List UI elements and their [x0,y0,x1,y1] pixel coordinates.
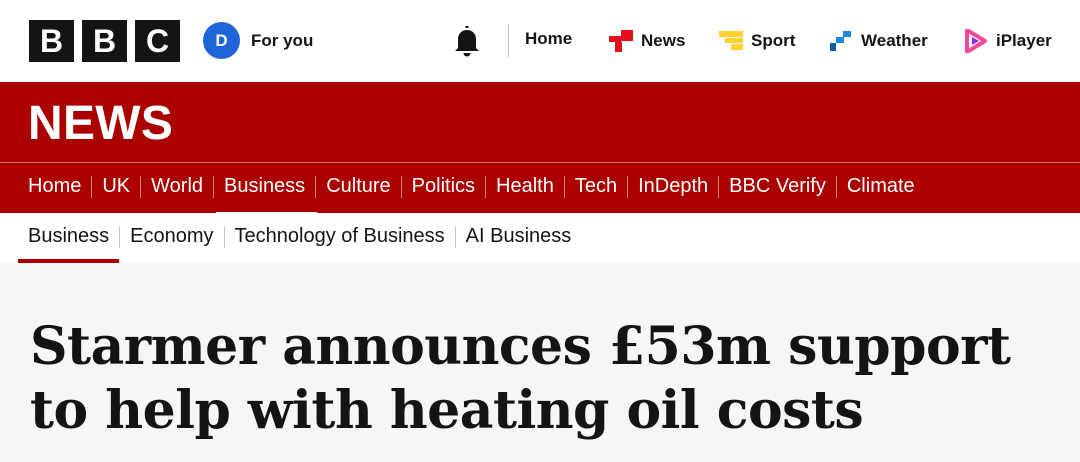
nav-separator [485,175,487,198]
for-you-button[interactable]: D For you [203,22,313,59]
nav-weather-link[interactable]: Weather [829,29,928,53]
section-nav-business[interactable]: Business [216,175,318,216]
nav-separator [140,175,142,198]
nav-separator [315,175,317,198]
section-nav-climate[interactable]: Climate [847,175,915,198]
nav-home-label: Home [525,29,573,48]
nav-home-link[interactable]: Home [525,29,572,49]
section-nav-world[interactable]: World [151,175,203,198]
section-nav: Home UK World Business Culture Politics … [28,175,915,216]
nav-separator [627,175,629,198]
sub-nav-economy[interactable]: Economy [130,225,213,248]
business-sub-nav: Business Economy Technology of Business … [0,213,1080,263]
section-nav-culture[interactable]: Culture [326,175,390,198]
nav-separator [91,175,93,198]
article: Starmer announces £53m support to help w… [0,263,1080,462]
nav-iplayer-label: iPlayer [996,31,1052,50]
iplayer-icon [965,29,987,53]
section-nav-politics[interactable]: Politics [412,175,475,198]
bbc-logo[interactable]: B B C [29,20,180,62]
nav-iplayer-link[interactable]: iPlayer [964,29,1052,53]
nav-separator [835,175,837,198]
news-banner: NEWS Home UK World Business Culture Poli… [0,82,1080,216]
sport-icon [719,31,743,50]
nav-weather-label: Weather [861,31,928,50]
logo-letter: B [82,20,127,62]
section-nav-home[interactable]: Home [28,175,81,198]
nav-separator [563,175,565,198]
sub-nav-business[interactable]: Business [17,225,120,263]
nav-separator [718,175,720,198]
avatar: D [203,22,240,59]
section-nav-bbc-verify[interactable]: BBC Verify [729,175,826,198]
nav-sport-link[interactable]: Sport [719,29,795,53]
nav-separator [400,175,402,198]
logo-letter: B [29,20,74,62]
news-icon [609,30,633,52]
banner-divider [0,162,1080,163]
bell-icon[interactable] [452,25,482,57]
section-nav-indepth[interactable]: InDepth [638,175,708,198]
weather-icon [830,31,851,51]
sub-nav-technology-of-business[interactable]: Technology of Business [235,225,445,248]
section-nav-tech[interactable]: Tech [575,175,617,198]
nav-separator [223,225,225,248]
nav-separator [119,225,121,248]
section-nav-uk[interactable]: UK [102,175,130,198]
global-header: B B C D For you Home News Sport Weather … [0,0,1080,82]
news-masthead[interactable]: NEWS [28,100,173,148]
article-headline: Starmer announces £53m support to help w… [30,316,1011,441]
header-divider [508,24,509,57]
for-you-label: For you [251,30,314,50]
section-nav-health[interactable]: Health [496,175,554,198]
logo-letter: C [135,20,180,62]
nav-news-link[interactable]: News [609,29,685,53]
nav-news-label: News [641,31,686,50]
nav-separator [213,175,215,198]
sub-nav-ai-business[interactable]: AI Business [466,225,572,248]
nav-sport-label: Sport [751,31,796,50]
nav-separator [454,225,456,248]
